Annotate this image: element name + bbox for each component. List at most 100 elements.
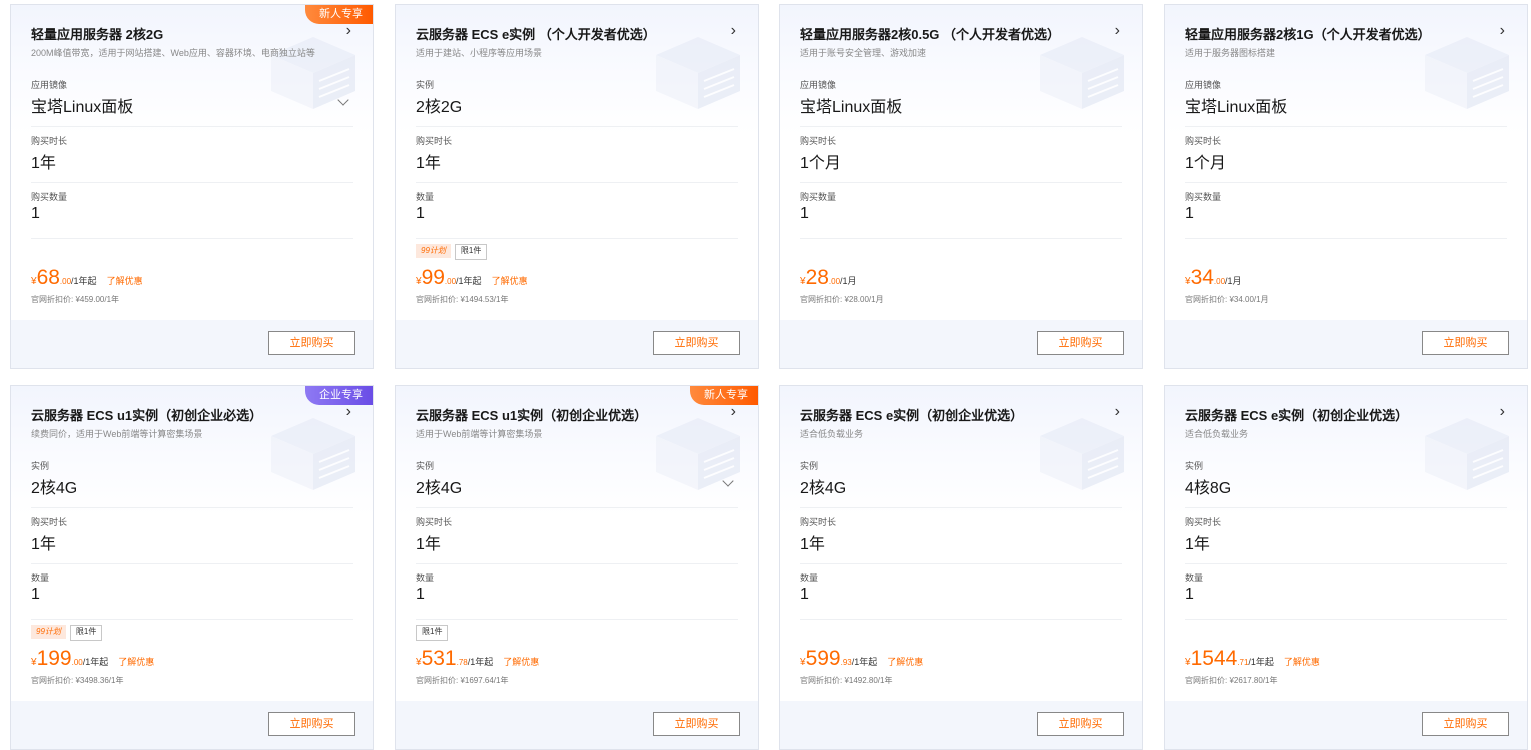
field-label: 购买时长 — [1185, 136, 1222, 146]
chevron-down-icon[interactable] — [722, 475, 734, 487]
price-unit: /1年起 — [71, 276, 97, 286]
chevron-right-icon[interactable]: › — [1115, 404, 1120, 420]
field-value: 1 — [416, 586, 425, 603]
field-value: 1 — [31, 586, 40, 603]
price-amount: 68 — [36, 266, 60, 289]
product-card: 轻量应用服务器2核1G（个人开发者优选） › 适用于服务器图标搭建 应用镜像宝塔… — [1164, 4, 1528, 369]
price-unit: /1年起 — [851, 657, 878, 667]
buy-now-button[interactable]: 立即购买 — [1422, 331, 1509, 355]
field-divider — [31, 619, 353, 620]
product-title[interactable]: 轻量应用服务器 2核2G — [31, 24, 163, 43]
chevron-right-icon[interactable]: › — [1500, 23, 1505, 39]
chevron-right-icon[interactable]: › — [346, 23, 351, 39]
buy-now-button[interactable]: 立即购买 — [653, 331, 740, 355]
product-card: 新人专享 云服务器 ECS u1实例（初创企业优选） › 适用于Web前端等计算… — [395, 385, 759, 750]
field-divider — [416, 238, 738, 239]
price-decimal: .00 — [828, 277, 841, 286]
field-label: 购买数量 — [800, 192, 837, 202]
learn-discount-link[interactable]: 了解优惠 — [503, 657, 539, 667]
price-decimal: .93 — [840, 658, 852, 667]
field-label: 购买时长 — [416, 136, 453, 146]
price-amount: 28 — [805, 266, 829, 289]
chevron-right-icon[interactable]: › — [1500, 404, 1505, 420]
product-description: 适用于建站、小程序等应用场景 — [416, 48, 543, 58]
product-title[interactable]: 轻量应用服务器2核1G（个人开发者优选） — [1185, 24, 1431, 43]
field-label: 购买时长 — [1185, 517, 1222, 527]
promo-ribbon: 新人专享 — [690, 386, 758, 405]
learn-discount-link[interactable]: 了解优惠 — [107, 276, 143, 286]
product-title[interactable]: 云服务器 ECS e实例 （个人开发者优选） — [416, 24, 656, 43]
original-price: 官网折扣价: ¥28.00/1月 — [800, 295, 884, 304]
buy-now-button[interactable]: 立即购买 — [268, 331, 355, 355]
product-description: 适用于服务器图标搭建 — [1185, 48, 1276, 58]
field-divider — [1185, 563, 1507, 564]
field-value: 2核4G — [31, 480, 78, 497]
field-value: 1 — [800, 205, 809, 222]
field-value: 宝塔Linux面板 — [1185, 99, 1288, 116]
field-divider — [800, 563, 1122, 564]
field-label: 应用镜像 — [1185, 80, 1222, 90]
field-divider — [416, 563, 738, 564]
product-title[interactable]: 云服务器 ECS u1实例（初创企业必选） — [31, 405, 262, 424]
card-footer: 立即购买 — [11, 320, 373, 368]
price-row: ¥68.00/1年起 了解优惠 — [31, 266, 143, 290]
learn-discount-link[interactable]: 了解优惠 — [1284, 657, 1320, 667]
promo-tags: 99计划 限1件 — [31, 625, 106, 643]
field-label: 购买时长 — [416, 517, 453, 527]
buy-now-button[interactable]: 立即购买 — [1422, 712, 1509, 736]
buy-now-button[interactable]: 立即购买 — [1037, 712, 1124, 736]
server-box-illustration — [1040, 418, 1124, 490]
chevron-right-icon[interactable]: › — [731, 404, 736, 420]
field-value: 4核8G — [1185, 480, 1232, 497]
field-label: 应用镜像 — [800, 80, 837, 90]
chevron-right-icon[interactable]: › — [1115, 23, 1120, 39]
price-amount: 34 — [1190, 266, 1214, 289]
learn-discount-link[interactable]: 了解优惠 — [118, 657, 154, 667]
buy-now-button[interactable]: 立即购买 — [1037, 331, 1124, 355]
product-description: 适用于账号安全管理、游戏加速 — [800, 48, 927, 58]
field-value[interactable]: 宝塔Linux面板 — [31, 93, 133, 117]
product-description: 续费同价，适用于Web前端等计算密集场景 — [31, 429, 203, 439]
price-row: ¥28.00/1月 — [800, 266, 857, 290]
price-row: ¥34.00/1月 — [1185, 266, 1242, 290]
buy-now-button[interactable]: 立即购买 — [268, 712, 355, 736]
buy-now-button[interactable]: 立即购买 — [653, 712, 740, 736]
product-title[interactable]: 云服务器 ECS e实例（初创企业优选） — [1185, 405, 1408, 424]
product-description: 适合低负载业务 — [1185, 429, 1249, 439]
field-label: 数量 — [800, 573, 819, 583]
price-decimal: .00 — [444, 277, 457, 286]
product-title[interactable]: 云服务器 ECS e实例（初创企业优选） — [800, 405, 1023, 424]
product-card: 企业专享 云服务器 ECS u1实例（初创企业必选） › 续费同价，适用于Web… — [10, 385, 374, 750]
learn-discount-link[interactable]: 了解优惠 — [887, 657, 923, 667]
field-divider — [800, 126, 1122, 127]
server-box-illustration — [271, 418, 355, 490]
server-box-illustration — [1040, 37, 1124, 109]
field-value: 1年 — [31, 155, 56, 172]
field-label: 购买数量 — [1185, 192, 1222, 202]
price-unit: /1年起 — [82, 657, 109, 667]
chevron-down-icon[interactable] — [337, 94, 349, 106]
field-value: 1 — [1185, 586, 1194, 603]
chevron-right-icon[interactable]: › — [346, 404, 351, 420]
plan-tag: 99计划 — [31, 625, 66, 639]
chevron-right-icon[interactable]: › — [731, 23, 736, 39]
field-value[interactable]: 2核4G — [416, 474, 462, 498]
product-card: 云服务器 ECS e实例 （个人开发者优选） › 适用于建站、小程序等应用场景 … — [395, 4, 759, 369]
price-amount: 531 — [421, 647, 457, 670]
learn-discount-link[interactable]: 了解优惠 — [492, 276, 528, 286]
product-title[interactable]: 云服务器 ECS u1实例（初创企业优选） — [416, 405, 647, 424]
server-box-illustration — [1425, 37, 1509, 109]
product-title[interactable]: 轻量应用服务器2核0.5G （个人开发者优选） — [800, 24, 1060, 43]
product-description: 适用于Web前端等计算密集场景 — [416, 429, 543, 439]
field-value: 1 — [31, 205, 40, 222]
promo-tags: 限1件 — [416, 625, 452, 643]
field-label: 应用镜像 — [31, 80, 68, 90]
field-divider — [31, 126, 353, 127]
price-decimal: .00 — [71, 658, 83, 667]
product-card: 新人专享 轻量应用服务器 2核2G › 200M峰值带宽，适用于网站搭建、Web… — [10, 4, 374, 369]
field-divider — [31, 182, 353, 183]
field-label: 购买时长 — [800, 136, 837, 146]
card-footer: 立即购买 — [1165, 320, 1527, 368]
field-value: 1个月 — [1185, 155, 1226, 172]
product-description: 200M峰值带宽，适用于网站搭建、Web应用、容器环境、电商独立站等 — [31, 48, 315, 58]
